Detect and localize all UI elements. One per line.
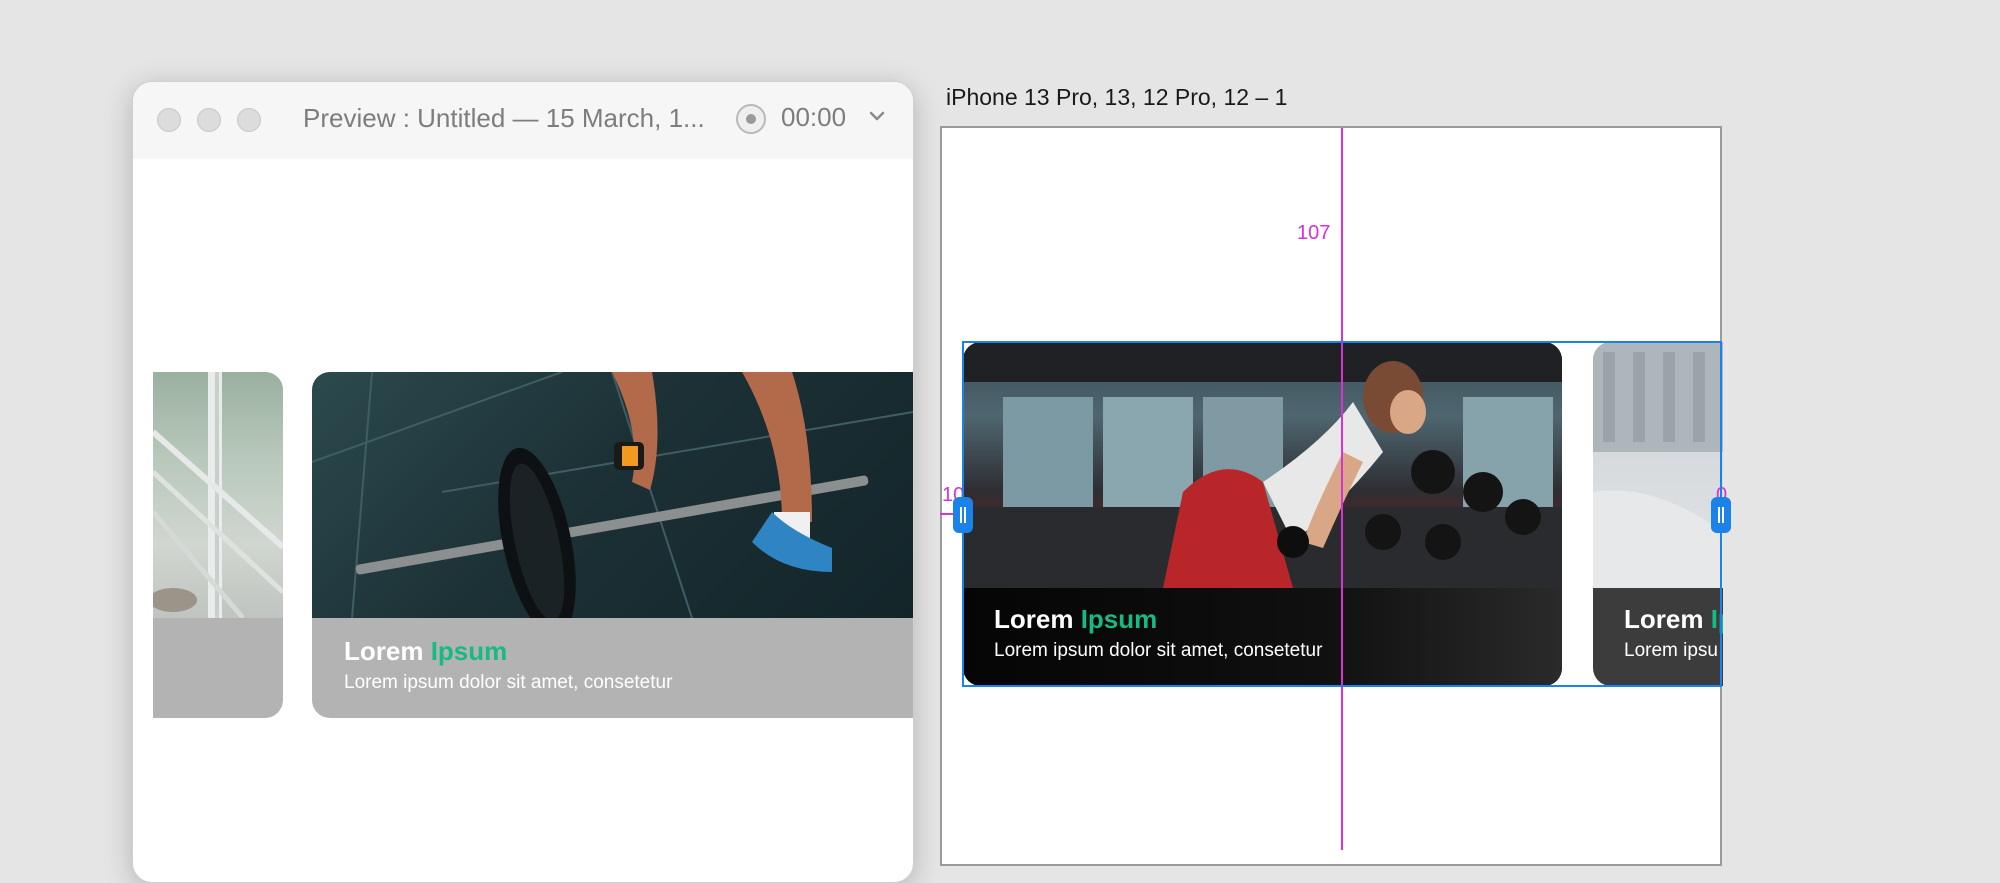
record-button[interactable] <box>736 104 766 134</box>
preview-card-main[interactable]: Lorem Ipsum Lorem ipsum dolor sit amet, … <box>312 372 913 718</box>
spacing-guide-vertical <box>1341 128 1343 850</box>
artboard-card-partial[interactable]: Lorem Ip Lorem ipsu <box>1593 342 1723 686</box>
card-title-word: Lorem <box>344 636 424 666</box>
stairs-photo-icon <box>153 372 283 620</box>
card-title: Lorem Ipsum <box>994 604 1157 635</box>
preview-titlebar: Preview : Untitled — 15 March, 1... 00:0… <box>133 82 913 159</box>
resize-handle-left[interactable] <box>953 497 973 533</box>
close-window-button[interactable] <box>157 108 181 132</box>
card-title: Lorem Ipsum <box>344 636 507 667</box>
preview-title: Preview : Untitled — 15 March, 1... <box>303 103 705 133</box>
artboard-label[interactable]: iPhone 13 Pro, 13, 12 Pro, 12 – 1 <box>946 84 1287 111</box>
card-title-accent: Ipsum <box>430 636 508 666</box>
artboard-card-main[interactable]: Lorem Ipsum Lorem ipsum dolor sit amet, … <box>963 342 1562 686</box>
chevron-down-icon[interactable] <box>867 106 887 126</box>
card-photo <box>153 372 283 620</box>
recording-timer: 00:00 <box>781 102 847 132</box>
preview-card-partial[interactable] <box>153 372 283 718</box>
card-subtitle: Lorem ipsum dolor sit amet, consetetur <box>344 672 673 693</box>
card-title: Lorem Ip <box>1624 604 1723 635</box>
card-title-word: Lorem <box>994 604 1074 634</box>
card-title-accent: Ipsum <box>1080 604 1158 634</box>
minimize-window-button[interactable] <box>197 108 221 132</box>
zoom-window-button[interactable] <box>237 108 261 132</box>
card-subtitle: Lorem ipsum dolor sit amet, consetetur <box>994 640 1323 661</box>
preview-window: Preview : Untitled — 15 March, 1... 00:0… <box>132 81 914 883</box>
deadlift-photo-icon <box>312 372 913 637</box>
card-title-accent: Ip <box>1710 604 1723 634</box>
card-photo <box>963 342 1562 588</box>
stairs-photo-icon <box>1593 342 1723 588</box>
card-subtitle: Lorem ipsu <box>1624 640 1718 661</box>
gym-woman-photo-icon <box>963 342 1562 588</box>
card-title-word: Lorem <box>1624 604 1704 634</box>
card-caption-overlay <box>963 588 1562 686</box>
spacing-guide-value-top: 107 <box>1297 222 1331 244</box>
card-photo <box>312 372 913 637</box>
card-photo <box>1593 342 1723 588</box>
resize-handle-right[interactable] <box>1711 497 1731 533</box>
